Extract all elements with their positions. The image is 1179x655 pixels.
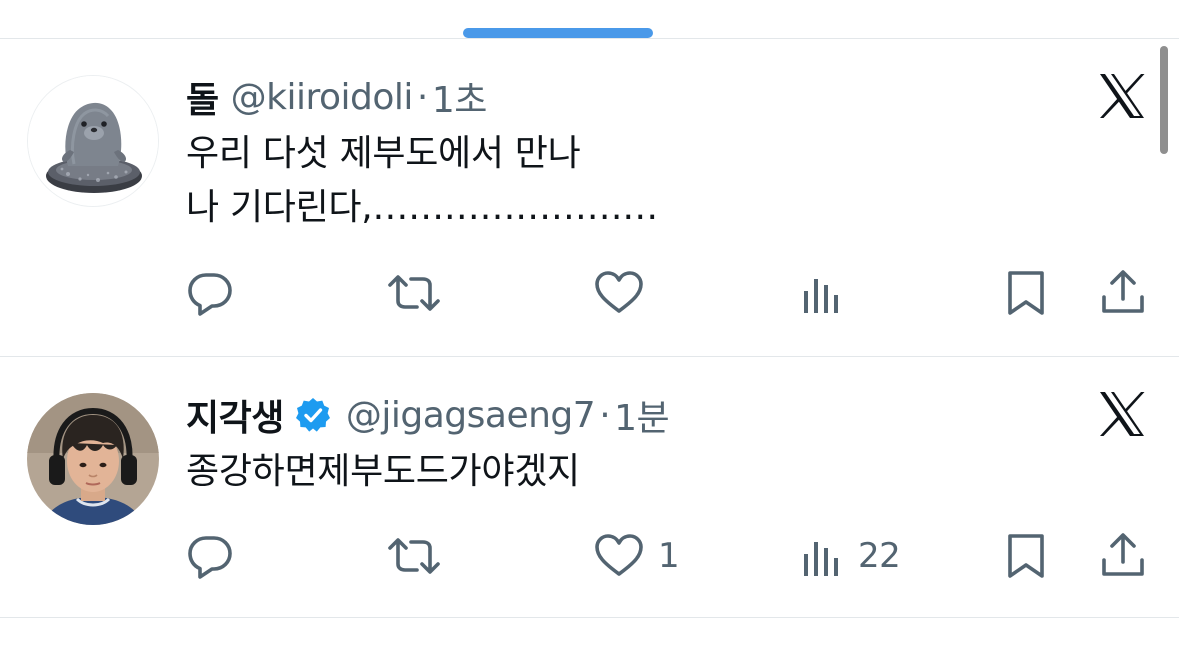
share-button[interactable] xyxy=(1100,532,1146,580)
like-count: 1 xyxy=(658,536,680,576)
x-logo-icon[interactable] xyxy=(1098,390,1146,438)
tweet-header: 지각생 @jigagsaeng7 · 1분 xyxy=(186,389,670,441)
username[interactable]: @jigagsaeng7 xyxy=(346,395,596,436)
reply-icon xyxy=(188,536,232,579)
share-button[interactable] xyxy=(1100,269,1146,317)
retweet-button[interactable] xyxy=(386,532,456,580)
timestamp[interactable]: 1분 xyxy=(614,389,670,441)
username[interactable]: @kiiroidoli xyxy=(231,77,414,118)
tweet-divider xyxy=(0,617,1179,618)
separator-dot: · xyxy=(599,394,611,436)
share-icon xyxy=(1102,270,1144,313)
tweet-text: 우리 다섯 제부도에서 만나 나 기다린다,…………………… xyxy=(186,127,658,235)
sheet-drag-handle[interactable] xyxy=(463,28,653,38)
bookmark-button[interactable] xyxy=(1004,269,1048,317)
avatar[interactable] xyxy=(27,393,159,525)
avatar[interactable] xyxy=(27,75,159,207)
person-with-headphones-icon xyxy=(27,393,159,525)
x-logo-icon[interactable] xyxy=(1098,72,1146,120)
retweet-icon xyxy=(388,538,440,574)
like-button[interactable]: 1 xyxy=(594,532,680,580)
verified-badge-icon[interactable] xyxy=(294,396,332,434)
tweet-text-line: 종강하면제부도드가야겠지 xyxy=(186,451,580,492)
tweet[interactable]: 돌 @kiiroidoli · 1초 우리 다섯 제부도에서 만나 나 기다린다… xyxy=(0,39,1179,356)
display-name[interactable]: 지각생 xyxy=(186,389,284,441)
reply-icon xyxy=(188,273,232,316)
display-name[interactable]: 돌 xyxy=(186,71,219,123)
view-count: 22 xyxy=(858,536,901,576)
share-icon xyxy=(1102,533,1144,576)
stone-seal-figure-icon xyxy=(28,76,158,206)
like-button[interactable] xyxy=(594,269,658,317)
views-button[interactable]: 22 xyxy=(800,532,901,580)
tweet[interactable]: 지각생 @jigagsaeng7 · 1분 종강하면제부도드가야겠지 1 22 xyxy=(0,357,1179,618)
views-bar-chart-icon xyxy=(804,279,838,313)
views-bar-chart-icon xyxy=(804,542,838,576)
tweet-text-line: 나 기다린다,…………………… xyxy=(186,187,658,228)
heart-icon xyxy=(595,534,643,576)
bookmark-button[interactable] xyxy=(1004,532,1048,580)
views-button[interactable] xyxy=(800,269,858,317)
bookmark-icon xyxy=(1008,534,1044,578)
heart-icon xyxy=(595,271,643,313)
tweet-header: 돌 @kiiroidoli · 1초 xyxy=(186,72,487,122)
bookmark-icon xyxy=(1008,271,1044,315)
retweet-button[interactable] xyxy=(386,269,456,317)
tweet-text: 종강하면제부도드가야겠지 xyxy=(186,445,580,499)
reply-button[interactable] xyxy=(186,532,248,580)
timestamp[interactable]: 1초 xyxy=(432,71,488,123)
tweet-text-line: 우리 다섯 제부도에서 만나 xyxy=(186,133,581,174)
separator-dot: · xyxy=(416,76,428,118)
reply-button[interactable] xyxy=(186,269,248,317)
retweet-icon xyxy=(388,275,440,311)
